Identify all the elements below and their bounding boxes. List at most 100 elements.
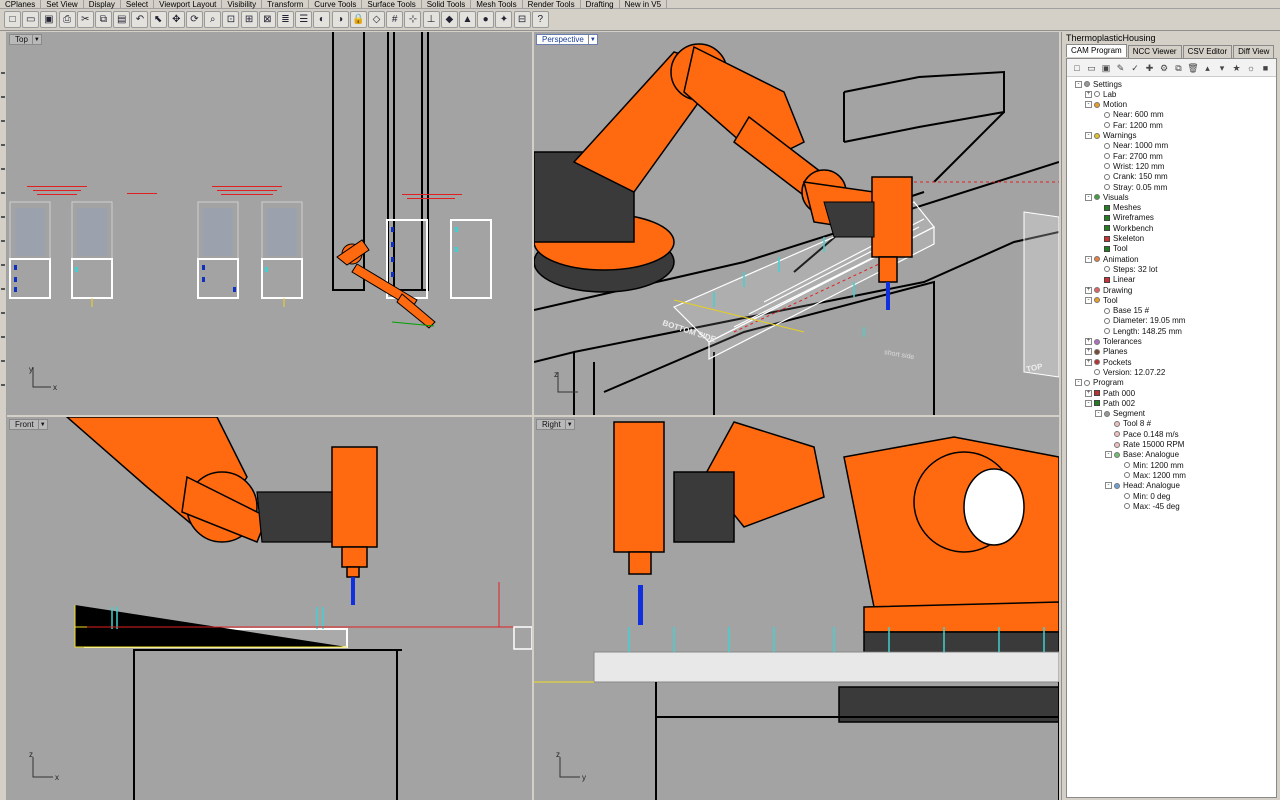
- expand-icon[interactable]: +: [1085, 90, 1092, 98]
- tree-item[interactable]: Near: 600 mm: [1095, 110, 1164, 120]
- expand-icon[interactable]: +: [1085, 338, 1092, 345]
- panel-tab-diff-view[interactable]: Diff View: [1233, 45, 1275, 58]
- path-add-icon[interactable]: ✚: [1144, 62, 1156, 74]
- viewport-front[interactable]: Front ▼ z x: [7, 417, 532, 800]
- tree-item[interactable]: Skeleton: [1095, 234, 1144, 244]
- tree-item[interactable]: Max: -45 deg: [1115, 501, 1180, 511]
- tree-item[interactable]: - Animation: [1085, 254, 1139, 264]
- tree-item[interactable]: - Path 002: [1085, 398, 1135, 408]
- tree-item[interactable]: - Segment: [1095, 409, 1145, 419]
- undo-icon[interactable]: ↶: [131, 11, 149, 28]
- tree-item[interactable]: - Head: Analogue: [1105, 481, 1180, 491]
- tree-item[interactable]: - Visuals: [1085, 192, 1129, 202]
- cut-icon[interactable]: ✂: [76, 11, 94, 28]
- material-icon[interactable]: ▲: [459, 11, 476, 28]
- tree-item[interactable]: Near: 1000 mm: [1095, 141, 1168, 151]
- tree-item[interactable]: + Path 000: [1085, 388, 1135, 398]
- viewport-right[interactable]: Right ▼ z y: [534, 417, 1059, 800]
- open-program-icon[interactable]: ▭: [1086, 62, 1098, 74]
- collapse-icon[interactable]: -: [1085, 296, 1092, 304]
- split-icon[interactable]: ⊟: [513, 11, 531, 28]
- tree-item[interactable]: Rate 15000 RPM: [1105, 440, 1184, 450]
- collapse-icon[interactable]: -: [1105, 451, 1112, 459]
- delete-icon[interactable]: 🗑: [1187, 62, 1199, 74]
- panel-tab-cam-program[interactable]: CAM Program: [1066, 44, 1127, 57]
- viewport-title-front[interactable]: Front ▼: [9, 419, 48, 430]
- expand-icon[interactable]: +: [1085, 389, 1092, 397]
- viewport-perspective[interactable]: Perspective ▼ BOTTOM SIDE short side TOP…: [534, 32, 1059, 415]
- ribbon-tab-set-view[interactable]: Set View: [41, 0, 84, 9]
- viewport-title-perspective[interactable]: Perspective ▼: [536, 34, 598, 45]
- copy-icon[interactable]: ⧉: [95, 11, 112, 28]
- tree-item[interactable]: - Tool: [1085, 295, 1118, 305]
- ribbon-tab-render-tools[interactable]: Render Tools: [523, 0, 581, 9]
- ribbon-tab-select[interactable]: Select: [121, 0, 155, 9]
- export-icon[interactable]: ☼: [1245, 62, 1257, 74]
- help-icon[interactable]: ?: [531, 11, 549, 28]
- tree-item[interactable]: Min: 1200 mm: [1115, 460, 1184, 470]
- new-icon[interactable]: □: [4, 11, 21, 28]
- ribbon-tab-curve-tools[interactable]: Curve Tools: [309, 0, 363, 9]
- grid-icon[interactable]: #: [386, 11, 404, 28]
- properties-icon[interactable]: ☰: [295, 11, 313, 28]
- snap-icon[interactable]: ⊹: [404, 11, 422, 28]
- tree-item[interactable]: Length: 148.25 mm: [1095, 326, 1182, 336]
- tree-item[interactable]: Steps: 32 lot: [1095, 264, 1157, 274]
- collapse-icon[interactable]: -: [1095, 410, 1102, 418]
- paste-icon[interactable]: ▤: [113, 11, 131, 28]
- move-down-icon[interactable]: ▾: [1216, 62, 1228, 74]
- viewport-menu-icon[interactable]: ▼: [587, 35, 597, 44]
- ribbon-tab-drafting[interactable]: Drafting: [581, 0, 620, 9]
- collapse-icon[interactable]: -: [1075, 80, 1082, 88]
- collapse-icon[interactable]: -: [1085, 101, 1092, 109]
- viewport-top[interactable]: Top ▼ y x: [7, 32, 532, 415]
- tree-item[interactable]: Max: 1200 mm: [1115, 470, 1186, 480]
- ribbon-tab-viewport-layout[interactable]: Viewport Layout: [154, 0, 223, 9]
- ribbon-tab-cplanes[interactable]: CPlanes: [0, 0, 42, 9]
- tree-item[interactable]: + Tolerances: [1085, 337, 1142, 347]
- collapse-icon[interactable]: -: [1085, 399, 1092, 407]
- tree-item[interactable]: - Warnings: [1085, 131, 1137, 141]
- open-icon[interactable]: ▭: [22, 11, 40, 28]
- tree-item[interactable]: Tool: [1095, 244, 1128, 254]
- render-icon[interactable]: ◆: [440, 11, 458, 28]
- viewport-title-top[interactable]: Top ▼: [9, 34, 42, 45]
- zoom-window-icon[interactable]: ⊡: [222, 11, 240, 28]
- expand-icon[interactable]: +: [1085, 348, 1092, 356]
- tree-item[interactable]: Min: 0 deg: [1115, 491, 1170, 501]
- ribbon-tab-mesh-tools[interactable]: Mesh Tools: [471, 0, 523, 9]
- expand-icon[interactable]: +: [1085, 286, 1092, 294]
- tree-item[interactable]: Meshes: [1095, 203, 1141, 213]
- tree-item[interactable]: Stray: 0.05 mm: [1095, 182, 1167, 192]
- tree-item[interactable]: + Lab: [1085, 89, 1116, 99]
- tree-item[interactable]: Wireframes: [1095, 213, 1154, 223]
- tree-item[interactable]: Wrist: 120 mm: [1095, 161, 1164, 171]
- viewport-title-right[interactable]: Right ▼: [536, 419, 575, 430]
- tree-item[interactable]: - Base: Analogue: [1105, 450, 1179, 460]
- save-program-icon[interactable]: ▣: [1100, 62, 1112, 74]
- show-icon[interactable]: ◑: [331, 11, 349, 28]
- layer-icon[interactable]: ≣: [277, 11, 294, 28]
- tree-item[interactable]: Version: 12.07.22: [1085, 367, 1165, 377]
- unlock-icon[interactable]: ◇: [368, 11, 385, 28]
- panel-tab-ncc-viewer[interactable]: NCC Viewer: [1127, 45, 1182, 58]
- tree-item[interactable]: Diameter: 19.05 mm: [1095, 316, 1185, 326]
- tree-item[interactable]: Workbench: [1095, 223, 1153, 233]
- zoom-extents-icon[interactable]: ⊞: [240, 11, 258, 28]
- tree-item[interactable]: + Planes: [1085, 347, 1127, 357]
- collapse-icon[interactable]: -: [1085, 193, 1092, 201]
- zoom-icon[interactable]: ⌕: [204, 11, 222, 28]
- tree-item[interactable]: Tool 8 #: [1105, 419, 1151, 429]
- tree-item[interactable]: + Pockets: [1085, 357, 1131, 367]
- tree-item[interactable]: Linear: [1095, 275, 1135, 285]
- hide-icon[interactable]: ◐: [313, 11, 331, 28]
- viewport-menu-icon[interactable]: ▼: [31, 35, 41, 44]
- ortho-icon[interactable]: ⊥: [422, 11, 440, 28]
- tree-item[interactable]: - Motion: [1085, 100, 1127, 110]
- rotate-icon[interactable]: ⟳: [186, 11, 203, 28]
- tree-item[interactable]: Pace 0.148 m/s: [1105, 429, 1179, 439]
- robot-icon[interactable]: ⚙: [1158, 62, 1170, 74]
- save-icon[interactable]: ▣: [40, 11, 58, 28]
- lock-icon[interactable]: 🔒: [349, 11, 367, 28]
- expand-icon[interactable]: +: [1085, 358, 1092, 366]
